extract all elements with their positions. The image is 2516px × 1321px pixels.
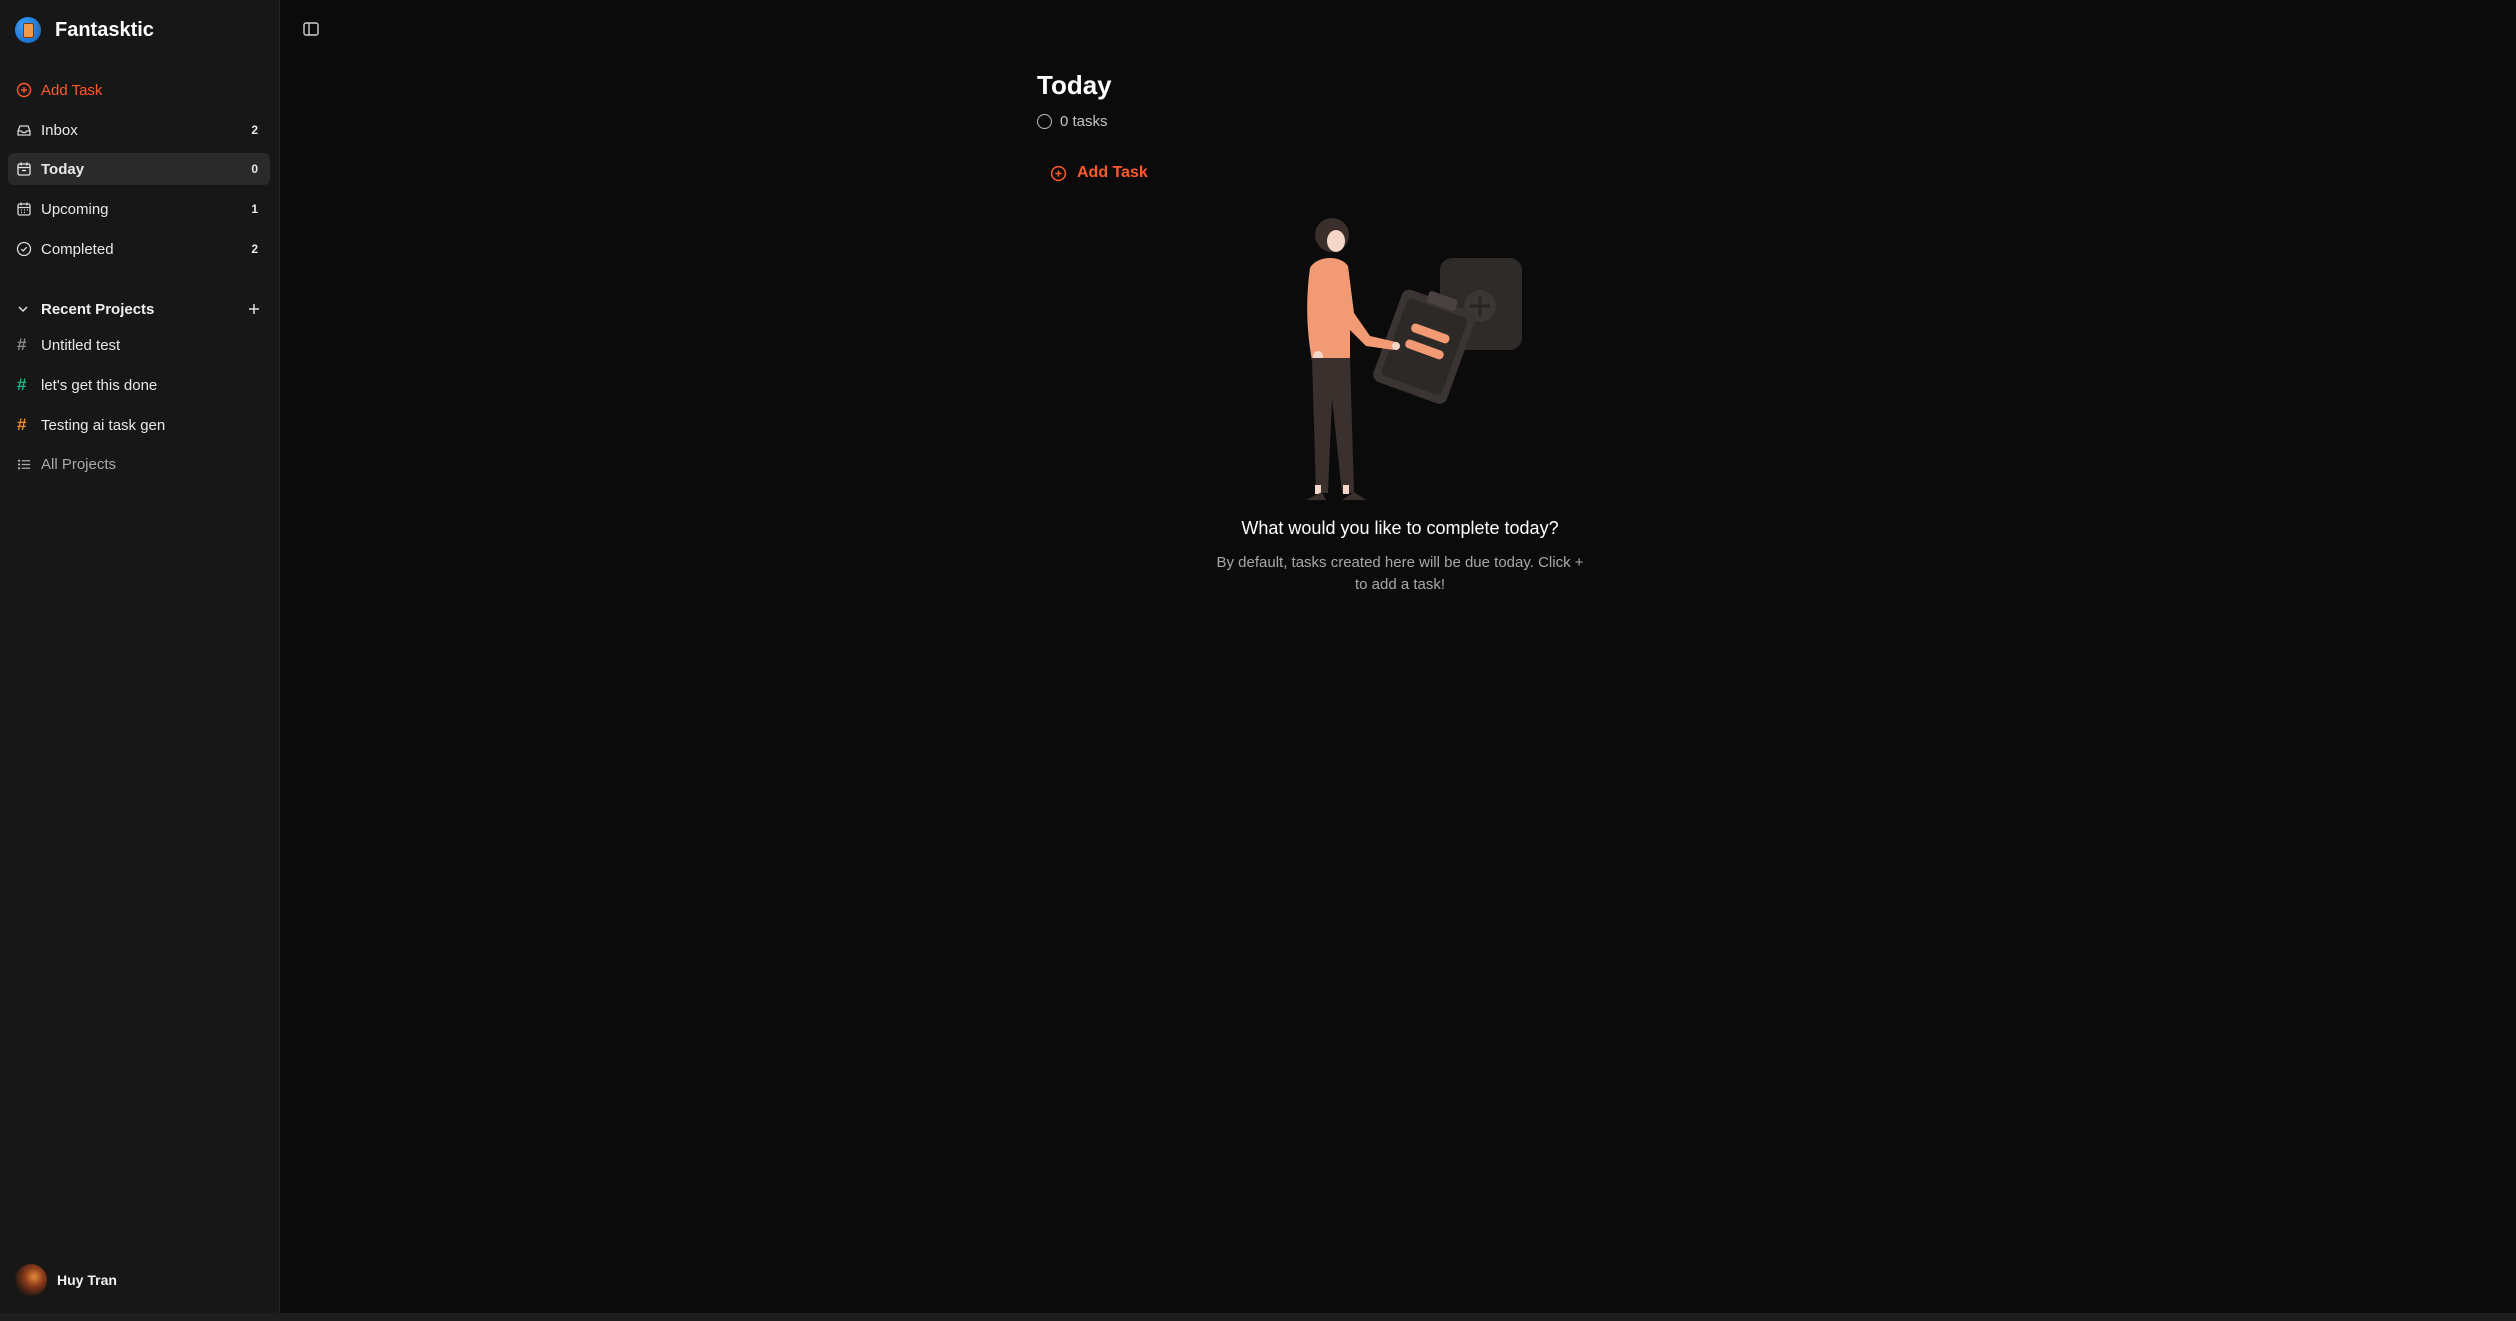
recent-projects-title: Recent Projects	[41, 300, 155, 318]
project-item-label: Testing ai task gen	[41, 416, 166, 434]
project-item-testing-ai-task-gen[interactable]: # Testing ai task gen	[8, 409, 270, 441]
sidebar-item-inbox[interactable]: Inbox 2	[8, 114, 270, 146]
check-circle-icon	[16, 241, 32, 257]
add-task-button[interactable]: Add Task	[1050, 164, 1148, 182]
project-item-label: let's get this done	[41, 376, 158, 394]
sidebar-toggle-icon[interactable]	[302, 20, 320, 38]
sidebar-item-upcoming[interactable]: Upcoming 1	[8, 193, 270, 225]
sidebar-item-count: 2	[251, 242, 258, 256]
sidebar-add-task-button[interactable]: Add Task	[8, 74, 270, 106]
task-count-label: 0 tasks	[1060, 113, 1108, 130]
list-icon	[17, 459, 31, 469]
sidebar-item-label: Completed	[41, 240, 114, 258]
sidebar-add-task-label: Add Task	[41, 81, 103, 99]
inbox-icon	[17, 125, 31, 136]
sidebar-item-completed[interactable]: Completed 2	[8, 233, 270, 265]
task-count: 0 tasks	[1037, 113, 1108, 130]
project-item-label: Untitled test	[41, 336, 121, 354]
sidebar-item-count: 2	[251, 123, 258, 137]
sidebar-item-today[interactable]: Today 0	[8, 153, 270, 185]
sidebar-item-count: 1	[251, 202, 258, 216]
all-projects-label: All Projects	[41, 455, 117, 473]
brand[interactable]: Fantasktic	[15, 17, 154, 43]
bottom-bar	[0, 1313, 2516, 1321]
add-task-label: Add Task	[1077, 164, 1148, 181]
calendar-icon	[17, 202, 31, 216]
chevron-down-icon[interactable]	[16, 302, 30, 316]
user-profile[interactable]: Huy Tran	[15, 1264, 117, 1296]
hash-icon: #	[17, 415, 27, 434]
sidebar: Fantasktic Add Task Inbox 2 Today 0 Upco…	[0, 0, 280, 1313]
hash-icon: #	[17, 375, 27, 394]
empty-state-text: By default, tasks created here will be d…	[1216, 554, 1584, 593]
empty-state-title: What would you like to complete today?	[1241, 518, 1559, 538]
sidebar-item-label: Inbox	[41, 121, 78, 139]
plus-circle-icon	[16, 82, 32, 98]
app-logo-icon	[15, 17, 41, 43]
recent-projects-header: Recent Projects	[8, 296, 270, 322]
page-title: Today	[1037, 70, 1112, 100]
sidebar-item-count: 0	[251, 162, 258, 176]
project-item-lets-get-this-done[interactable]: # let's get this done	[8, 369, 270, 401]
empty-state-illustration	[1306, 218, 1522, 500]
avatar	[15, 1264, 47, 1296]
project-item-untitled-test[interactable]: # Untitled test	[8, 329, 270, 361]
sidebar-item-all-projects[interactable]: All Projects	[8, 448, 270, 480]
app-name: Fantasktic	[55, 18, 154, 41]
calendar-today-icon	[17, 162, 31, 176]
user-name: Huy Tran	[57, 1272, 117, 1288]
circle-icon	[1037, 114, 1052, 129]
hash-icon: #	[17, 335, 27, 354]
sidebar-item-label: Today	[41, 160, 85, 178]
add-project-icon[interactable]	[246, 301, 262, 317]
sidebar-item-label: Upcoming	[41, 200, 109, 218]
plus-circle-icon	[1050, 165, 1067, 181]
